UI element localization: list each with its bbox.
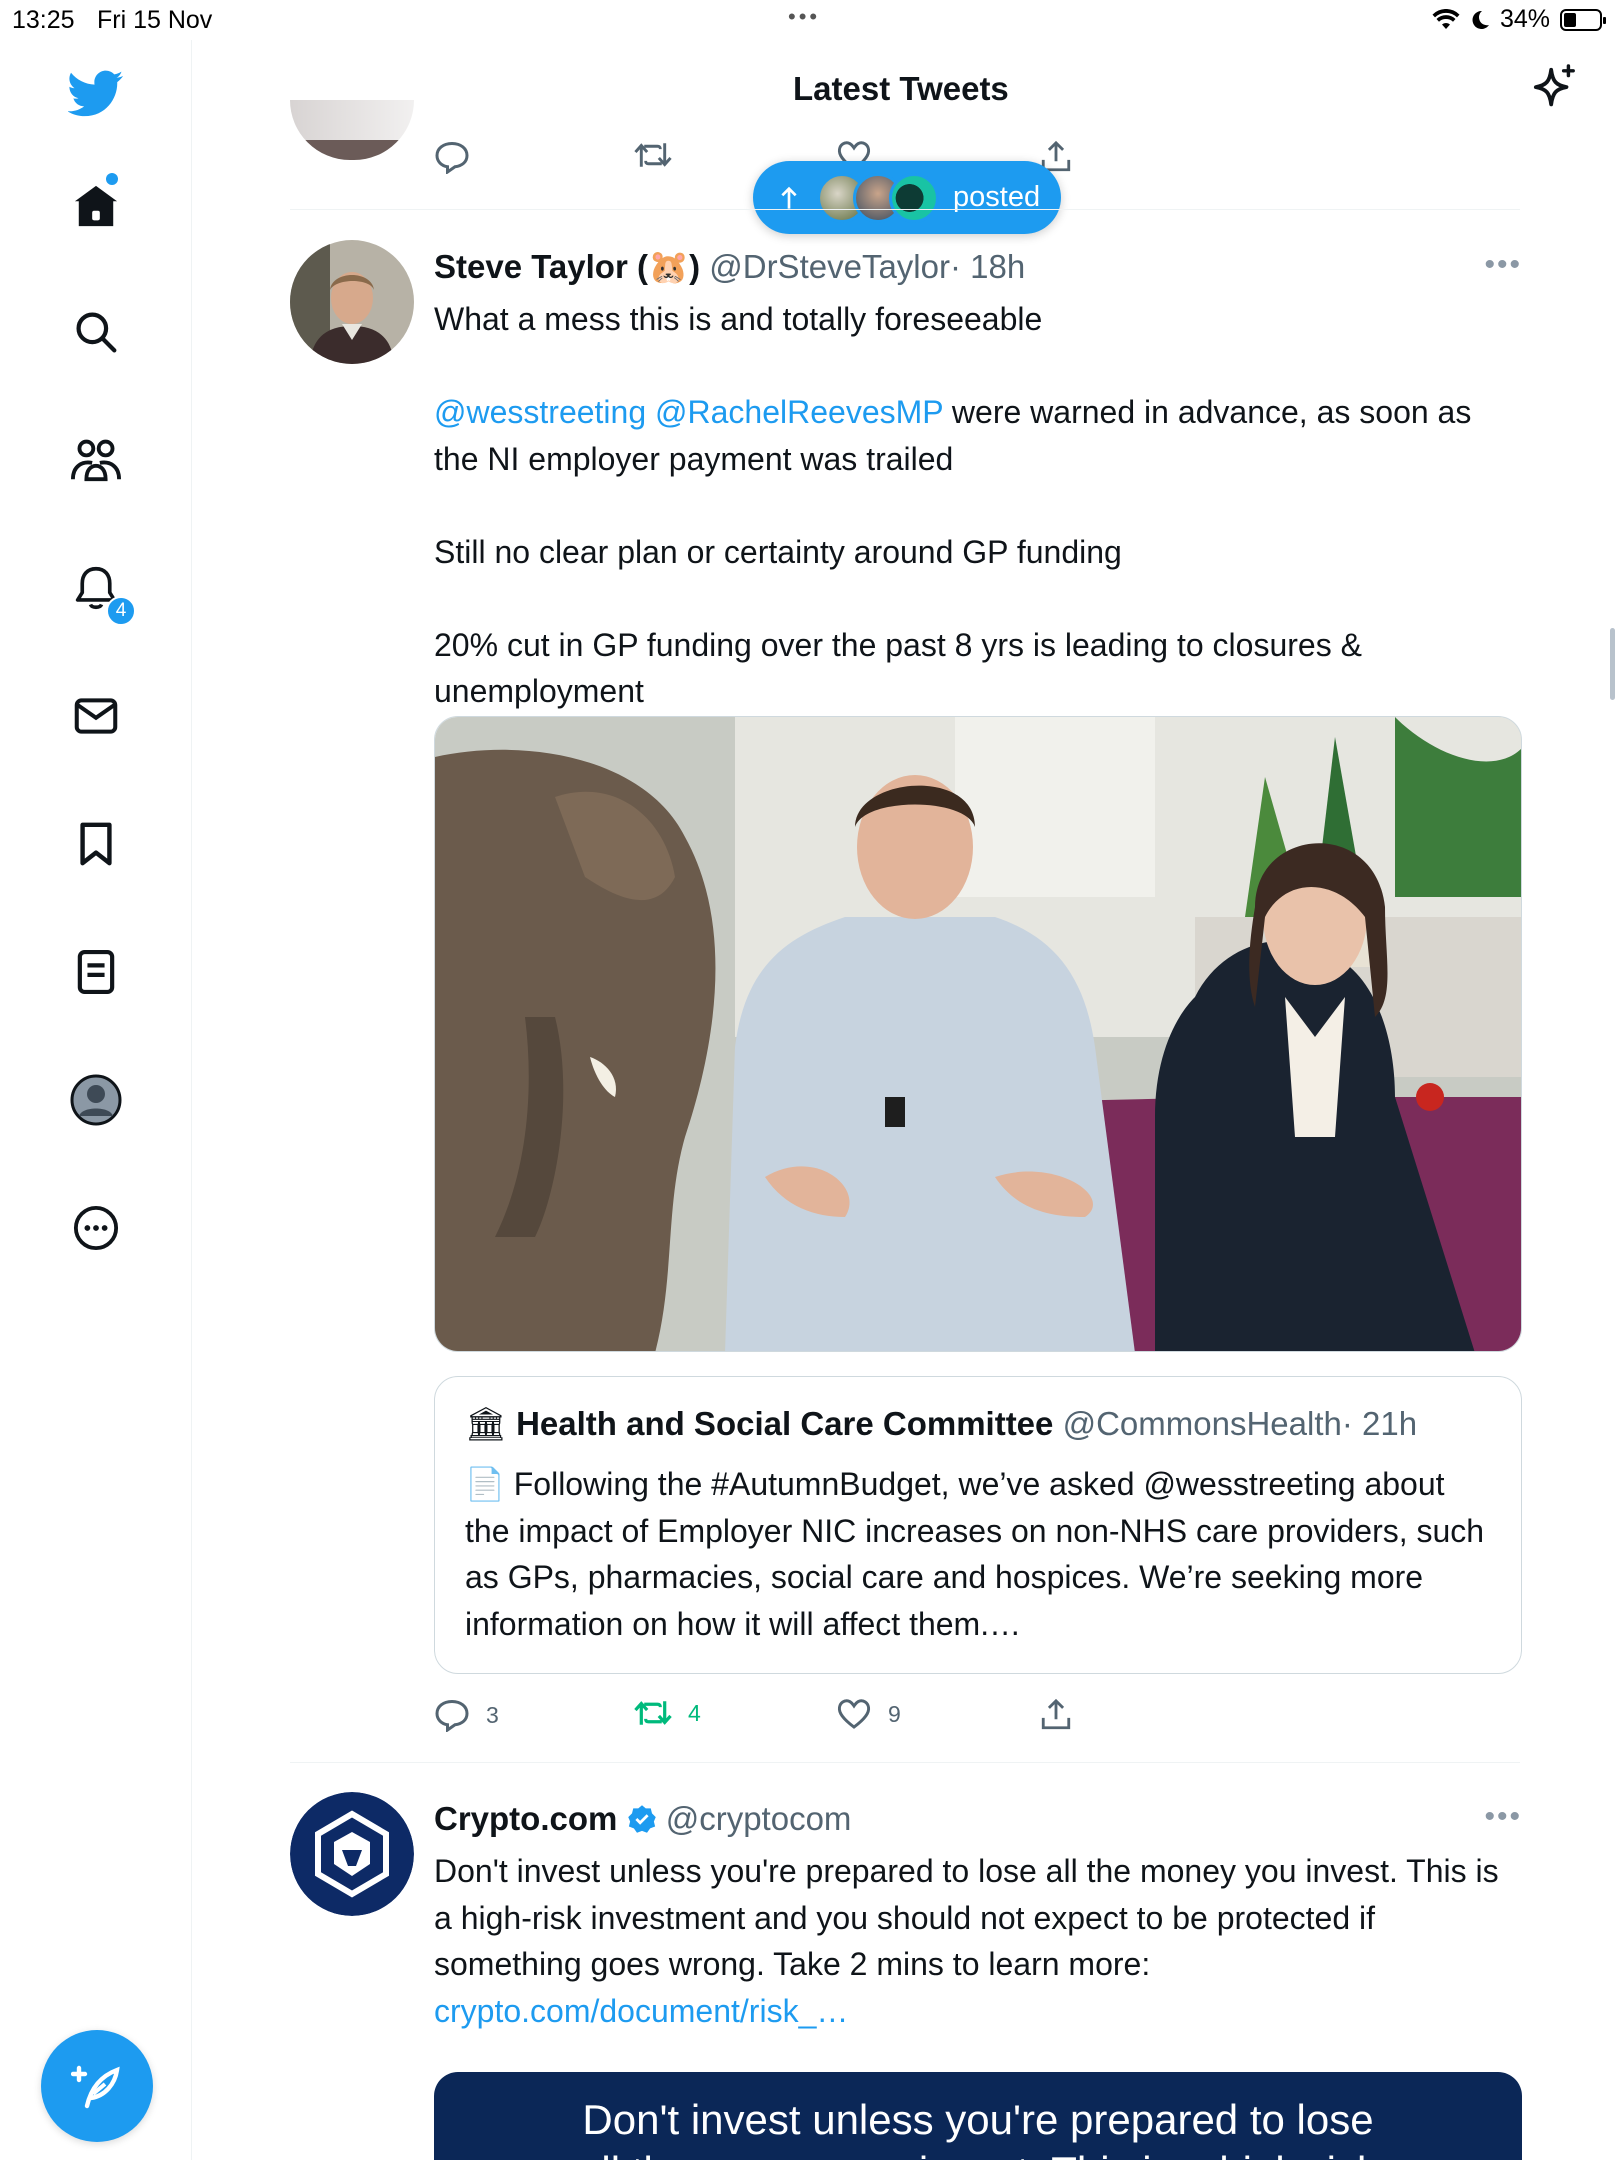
divider xyxy=(290,209,1520,210)
avatar[interactable] xyxy=(290,1792,414,1916)
tweet-line: What a mess this is and totally foreseea… xyxy=(434,301,1043,337)
search-icon[interactable] xyxy=(68,304,124,360)
scrollbar[interactable] xyxy=(1610,628,1615,700)
reply-button[interactable]: 3 xyxy=(434,1698,499,1732)
retweet-icon xyxy=(634,1701,672,1725)
bookmarks-icon[interactable] xyxy=(68,816,124,872)
quoted-tweet[interactable]: 🏛 Health and Social Care Committee @Comm… xyxy=(434,1376,1522,1674)
tweet-more-icon[interactable]: ••• xyxy=(1484,1800,1522,1834)
messages-icon[interactable] xyxy=(68,688,124,744)
status-time: 13:25 xyxy=(12,6,75,34)
tweet-more-icon[interactable]: ••• xyxy=(1484,248,1522,282)
page-title: Latest Tweets xyxy=(793,70,1009,107)
quoted-author-handle[interactable]: @CommonsHealth xyxy=(1063,1405,1342,1442)
sparkle-icon[interactable] xyxy=(1532,64,1578,119)
notification-badge: 4 xyxy=(106,596,136,626)
ad-image[interactable]: Don't invest unless you're prepared to l… xyxy=(434,2072,1522,2160)
more-options-icon[interactable] xyxy=(68,1200,124,1256)
status-indicators: 34% xyxy=(1432,5,1606,34)
retweet-count: 4 xyxy=(688,1699,701,1726)
like-icon xyxy=(837,1699,871,1729)
home-unread-dot xyxy=(106,173,118,185)
reply-icon xyxy=(435,1699,469,1732)
avatar[interactable] xyxy=(290,240,414,364)
tweet-author-line: Crypto.com @cryptocom xyxy=(434,1800,851,1838)
verified-badge-icon xyxy=(627,1805,656,1833)
divider xyxy=(290,1762,1520,1763)
tweet-text: Don't invest unless you're prepared to l… xyxy=(434,1848,1524,2034)
share-icon xyxy=(1041,1698,1071,1730)
author-name[interactable]: Steve Taylor ( xyxy=(434,248,648,285)
ad-banner-line: Don't invest unless you're prepared to l… xyxy=(582,2096,1374,2143)
author-handle[interactable]: @cryptocom xyxy=(666,1800,852,1837)
communities-icon[interactable] xyxy=(68,432,124,488)
lists-icon[interactable] xyxy=(68,944,124,1000)
tweet-text: What a mess this is and totally foreseea… xyxy=(434,296,1524,715)
compose-feather-icon xyxy=(71,2065,120,2109)
quoted-text: 📄 Following the #AutumnBudget, we’ve ask… xyxy=(465,1466,1485,1642)
ad-banner-line: all the money you invest. This is a high… xyxy=(434,2146,1522,2160)
twitter-logo-icon[interactable] xyxy=(68,66,124,122)
retweet-button[interactable]: 4 xyxy=(634,1698,701,1728)
quoted-author-line: 🏛 Health and Social Care Committee @Comm… xyxy=(465,1405,1417,1444)
like-button[interactable]: 9 xyxy=(836,1698,901,1730)
author-name-emoji: 🐹 xyxy=(647,248,690,285)
retweet-icon[interactable] xyxy=(634,140,672,175)
tweet-actions: 3 4 9 xyxy=(434,1698,1134,1738)
sidebar: 4 xyxy=(0,40,192,2160)
risk-link[interactable]: crypto.com/document/risk_… xyxy=(434,1993,848,2029)
tweet-line: 20% cut in GP funding over the past 8 yr… xyxy=(434,626,1362,710)
compose-tweet-button[interactable] xyxy=(41,2030,153,2142)
arrow-up-icon xyxy=(781,186,797,209)
battery-fill xyxy=(1564,12,1576,27)
author-handle[interactable]: @DrSteveTaylor xyxy=(709,248,950,285)
author-name-close: ) xyxy=(689,248,701,285)
tweet-line: @wesstreeting @RachelReevesMP were warne… xyxy=(434,389,1524,482)
pill-avatar-3 xyxy=(889,172,939,223)
reply-count: 3 xyxy=(486,1701,499,1728)
tweet-steve-taylor[interactable]: Steve Taylor (🐹) @DrSteveTaylor· 18h •••… xyxy=(290,240,1522,1760)
reply-icon[interactable] xyxy=(434,140,470,179)
wifi-icon xyxy=(1432,8,1460,29)
tweet-timestamp[interactable]: · 18h xyxy=(950,248,1025,285)
profile-avatar-icon[interactable] xyxy=(68,1072,124,1128)
moon-icon xyxy=(1472,10,1489,29)
share-button[interactable] xyxy=(1040,1698,1072,1732)
battery-icon xyxy=(1560,8,1606,31)
top-header: Latest Tweets xyxy=(193,40,1620,140)
battery-percent: 34% xyxy=(1499,5,1550,33)
tweet-author-line: Steve Taylor (🐹) @DrSteveTaylor· 18h xyxy=(434,248,1025,287)
author-name[interactable]: Crypto.com xyxy=(434,1800,617,1837)
mention-link[interactable]: @wesstreeting xyxy=(434,394,646,430)
status-bar: 13:25 Fri 15 Nov ••• 34% xyxy=(0,0,1620,40)
tweet-image[interactable] xyxy=(434,716,1522,1352)
tweet-cryptocom[interactable]: Crypto.com @cryptocom ••• Don't invest u… xyxy=(290,1792,1522,2160)
tweet-line: Still no clear plan or certainty around … xyxy=(434,533,1122,570)
like-count: 9 xyxy=(888,1700,901,1727)
quoted-timestamp: · 21h xyxy=(1341,1405,1418,1442)
multitasking-dots-icon[interactable]: ••• xyxy=(788,4,820,30)
quoted-author-icon: 🏛 xyxy=(465,1405,507,1442)
new-posts-pill[interactable]: posted xyxy=(753,161,1061,234)
tweet-body: Don't invest unless you're prepared to l… xyxy=(434,1853,1499,1982)
quoted-author-name[interactable]: Health and Social Care Committee xyxy=(516,1405,1053,1442)
mention-link[interactable]: @RachelReevesMP xyxy=(655,394,943,430)
home-icon[interactable] xyxy=(68,178,124,234)
status-date: Fri 15 Nov xyxy=(97,6,213,34)
